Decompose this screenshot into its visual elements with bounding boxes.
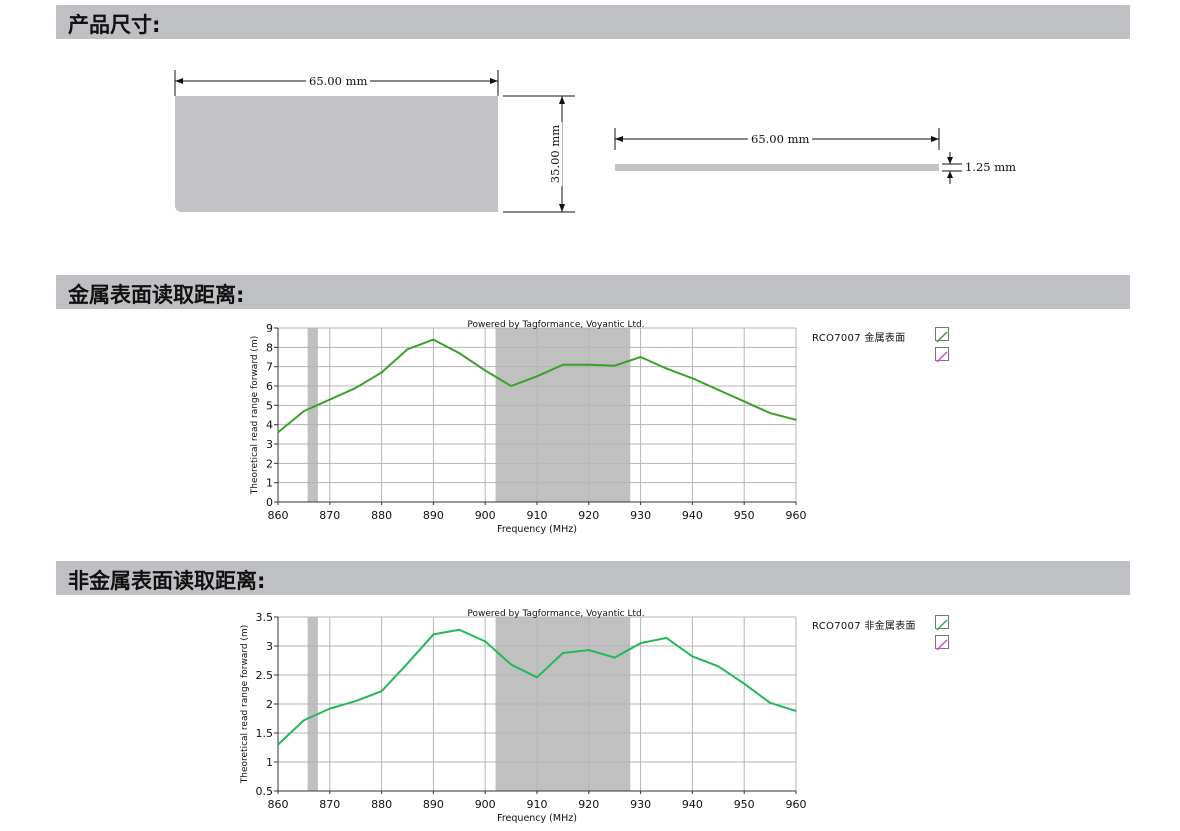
- data-point: [432, 633, 435, 636]
- data-point: [458, 628, 461, 631]
- x-axis-label: Frequency (MHz): [497, 813, 577, 824]
- x-tick-label: 890: [423, 798, 444, 811]
- data-point: [665, 637, 668, 639]
- data-point: [562, 652, 564, 654]
- data-point: [588, 649, 590, 651]
- data-point: [743, 682, 745, 685]
- x-tick-label: 860: [268, 798, 289, 811]
- x-tick-label: 960: [786, 798, 807, 811]
- data-point: [354, 700, 357, 702]
- nonmetal-legend-label: RCO7007 非金属表面: [812, 621, 916, 632]
- data-point: [406, 662, 409, 665]
- x-tick-label: 880: [371, 798, 392, 811]
- data-point: [613, 656, 616, 659]
- y-tick-label: 1: [266, 756, 273, 769]
- nonmetal-read-range-chart: 860 870 880 890 900 910 920 930 940 950 960 0.5 1 1.5…: [240, 609, 807, 824]
- x-tick-label: 920: [578, 798, 599, 811]
- y-tick-label: 0.5: [256, 785, 274, 798]
- data-point: [639, 642, 642, 644]
- y-axis-label: Theoretical read range forward (m): [240, 625, 250, 784]
- x-tick-label: 910: [527, 798, 548, 811]
- x-tick-label: 870: [319, 798, 340, 811]
- nonmetal-legend-swatch-magenta: [935, 635, 949, 651]
- data-point: [329, 707, 331, 710]
- x-tick-label: 940: [682, 798, 703, 811]
- y-tick-label: 1.5: [256, 727, 274, 740]
- data-point: [717, 665, 720, 668]
- y-tick-label: 2.5: [256, 669, 274, 682]
- data-point: [691, 655, 694, 658]
- y-tick-label: 3: [266, 640, 273, 653]
- data-point: [303, 719, 305, 722]
- chart-title: Powered by Tagformance, Voyantic Ltd.: [467, 609, 644, 619]
- y-tick-label: 3.5: [256, 611, 274, 624]
- data-point: [769, 702, 771, 704]
- data-point: [795, 710, 797, 712]
- data-point: [277, 743, 279, 746]
- x-tick-label: 900: [475, 798, 496, 811]
- data-point: [536, 676, 538, 679]
- data-point: [484, 640, 487, 643]
- data-point: [380, 690, 383, 693]
- y-tick-label: 2: [266, 698, 273, 711]
- nonmetal-legend-swatch-green: [935, 615, 949, 631]
- data-point: [510, 663, 512, 666]
- x-tick-label: 930: [630, 798, 651, 811]
- x-tick-label: 950: [734, 798, 755, 811]
